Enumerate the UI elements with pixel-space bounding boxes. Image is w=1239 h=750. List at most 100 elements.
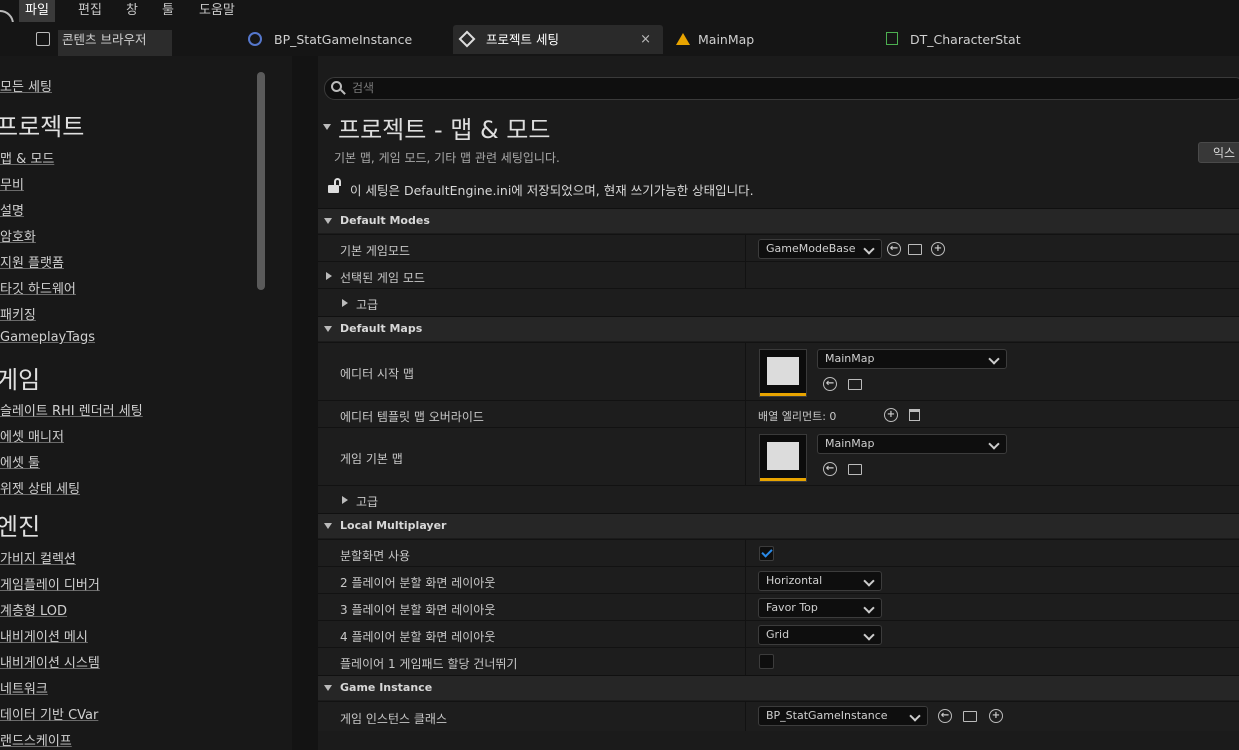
sidebar-group-engine: 엔진 bbox=[0, 513, 41, 541]
column-divider bbox=[745, 262, 746, 289]
sidebar-item-gameplaytags[interactable]: GameplayTags bbox=[0, 330, 95, 345]
menu-file[interactable]: 파일 bbox=[19, 0, 55, 22]
close-icon[interactable]: × bbox=[640, 25, 651, 54]
page-title: 프로젝트 - 맵 & 모드 bbox=[338, 116, 551, 144]
tab-content-browser[interactable]: 콘텐츠 브라우저 bbox=[36, 25, 176, 54]
search-input[interactable] bbox=[324, 77, 1239, 100]
two-player-layout-combo[interactable]: Horizontal bbox=[758, 571, 882, 591]
column-divider bbox=[745, 235, 746, 262]
sidebar-item-nav-system[interactable]: 내비게이션 시스템 bbox=[0, 652, 100, 671]
sidebar-group-project: 프로젝트 bbox=[0, 113, 85, 141]
column-divider bbox=[745, 567, 746, 594]
chevron-down-icon bbox=[863, 602, 875, 614]
combo-value: Grid bbox=[766, 628, 790, 641]
expand-icon bbox=[342, 299, 348, 307]
browse-folder-icon[interactable] bbox=[848, 464, 862, 475]
chevron-down-icon bbox=[909, 710, 921, 722]
map-thumbnail[interactable] bbox=[759, 434, 807, 482]
row-four-player-layout: 4 플레이어 분할 화면 레이아웃 Grid bbox=[318, 620, 1239, 648]
skip-gamepad-checkbox[interactable] bbox=[759, 654, 774, 669]
chevron-down-icon bbox=[863, 629, 875, 641]
chevron-down-icon bbox=[863, 243, 875, 255]
row-maps-advanced[interactable]: 고급 bbox=[318, 485, 1239, 513]
tab-bp-stat[interactable]: BP_StatGameInstance bbox=[248, 25, 438, 54]
use-selected-icon[interactable]: ← bbox=[887, 242, 901, 256]
section-default-maps[interactable]: Default Maps bbox=[318, 316, 1239, 341]
menu-tools[interactable]: 툴 bbox=[156, 0, 180, 22]
row-game-instance-class: 게임 인스턴스 클래스 BP_StatGameInstance ← + bbox=[318, 701, 1239, 731]
row-skip-gamepad: 플레이어 1 게임패드 할당 건너뛰기 bbox=[318, 647, 1239, 675]
sidebar-item-asset-manager[interactable]: 에셋 매니저 bbox=[0, 426, 64, 445]
three-player-layout-combo[interactable]: Favor Top bbox=[758, 598, 882, 618]
browse-folder-icon[interactable] bbox=[908, 244, 922, 255]
row-selected-gamemode[interactable]: 선택된 게임 모드 bbox=[318, 261, 1239, 289]
map-thumbnail-image bbox=[767, 442, 799, 470]
use-selected-icon[interactable]: ← bbox=[823, 462, 837, 476]
sidebar-scrollbar[interactable] bbox=[257, 72, 265, 290]
level-icon bbox=[676, 33, 690, 45]
row-label: 에디터 시작 맵 bbox=[340, 367, 414, 381]
row-label: 게임 인스턴스 클래스 bbox=[340, 712, 447, 726]
column-divider bbox=[745, 648, 746, 675]
tab-dt-character[interactable]: DT_CharacterStat bbox=[886, 25, 1046, 54]
section-local-multiplayer[interactable]: Local Multiplayer bbox=[318, 513, 1239, 538]
sidebar-item-widget-state[interactable]: 위젯 상태 세팅 bbox=[0, 478, 80, 497]
sidebar-item-asset-tools[interactable]: 에셋 툴 bbox=[0, 452, 40, 471]
add-element-icon[interactable]: + bbox=[884, 408, 898, 422]
sidebar-item-target-hardware[interactable]: 타깃 하드웨어 bbox=[0, 278, 76, 297]
chevron-down-icon bbox=[863, 575, 875, 587]
editor-startup-map-combo[interactable]: MainMap bbox=[817, 349, 1007, 369]
section-game-instance[interactable]: Game Instance bbox=[318, 675, 1239, 700]
tab-mainmap[interactable]: MainMap bbox=[674, 25, 834, 54]
map-thumbnail-image bbox=[767, 357, 799, 385]
menu-window[interactable]: 창 bbox=[120, 0, 144, 22]
tab-project-settings[interactable]: 프로젝트 세팅 × bbox=[453, 25, 663, 54]
row-label: 고급 bbox=[356, 298, 379, 312]
export-button[interactable]: 익스 bbox=[1198, 142, 1239, 163]
sidebar-item-hlod[interactable]: 계층형 LOD bbox=[0, 600, 67, 619]
column-divider bbox=[745, 428, 746, 486]
use-selected-icon[interactable]: ← bbox=[938, 709, 952, 723]
browse-folder-icon[interactable] bbox=[963, 711, 977, 722]
sidebar-item-data-driven-cvar[interactable]: 데이터 기반 CVar bbox=[0, 704, 98, 723]
add-icon[interactable]: + bbox=[931, 242, 945, 256]
sidebar-item-supported-platforms[interactable]: 지원 플랫폼 bbox=[0, 252, 64, 271]
sidebar-item-gameplay-debugger[interactable]: 게임플레이 디버거 bbox=[0, 574, 100, 593]
sidebar-all-settings[interactable]: 모든 세팅 bbox=[0, 76, 52, 95]
trash-icon[interactable] bbox=[909, 409, 920, 421]
sidebar-item-description[interactable]: 설명 bbox=[0, 200, 24, 219]
game-default-map-combo[interactable]: MainMap bbox=[817, 434, 1007, 454]
sidebar-item-packaging[interactable]: 패키징 bbox=[0, 304, 36, 323]
menu-help[interactable]: 도움말 bbox=[193, 0, 241, 22]
collapse-icon bbox=[324, 218, 332, 224]
splitscreen-checkbox[interactable] bbox=[759, 546, 774, 561]
splitter[interactable] bbox=[292, 56, 318, 750]
sidebar-item-slate-rhi[interactable]: 슬레이트 RHI 렌더러 세팅 bbox=[0, 400, 143, 419]
sidebar-item-landscape[interactable]: 랜드스케이프 bbox=[0, 730, 72, 749]
sidebar-item-network[interactable]: 네트워크 bbox=[0, 678, 48, 697]
row-label: 고급 bbox=[356, 495, 379, 509]
four-player-layout-combo[interactable]: Grid bbox=[758, 625, 882, 645]
sidebar-item-movies[interactable]: 무비 bbox=[0, 174, 24, 193]
sidebar-item-encryption[interactable]: 암호화 bbox=[0, 226, 36, 245]
expand-icon bbox=[342, 496, 348, 504]
column-divider bbox=[745, 621, 746, 648]
menu-edit[interactable]: 편집 bbox=[72, 0, 108, 22]
sidebar-item-navmesh[interactable]: 내비게이션 메시 bbox=[0, 626, 88, 645]
map-thumbnail[interactable] bbox=[759, 349, 807, 397]
column-divider bbox=[745, 594, 746, 621]
expand-icon bbox=[326, 272, 332, 280]
row-label: 선택된 게임 모드 bbox=[340, 271, 425, 285]
sidebar-item-maps-modes[interactable]: 맵 & 모드 bbox=[0, 148, 54, 167]
column-divider bbox=[745, 401, 746, 428]
page-collapse-icon[interactable] bbox=[323, 124, 331, 130]
add-icon[interactable]: + bbox=[989, 709, 1003, 723]
game-instance-class-combo[interactable]: BP_StatGameInstance bbox=[758, 706, 928, 726]
browse-folder-icon[interactable] bbox=[848, 379, 862, 390]
tab-bp-stat-label: BP_StatGameInstance bbox=[274, 32, 413, 47]
section-default-modes[interactable]: Default Modes bbox=[318, 208, 1239, 233]
use-selected-icon[interactable]: ← bbox=[823, 377, 837, 391]
gamemode-combo[interactable]: GameModeBase bbox=[758, 239, 882, 259]
row-modes-advanced[interactable]: 고급 bbox=[318, 288, 1239, 316]
sidebar-item-garbage-collection[interactable]: 가비지 컬렉션 bbox=[0, 548, 76, 567]
